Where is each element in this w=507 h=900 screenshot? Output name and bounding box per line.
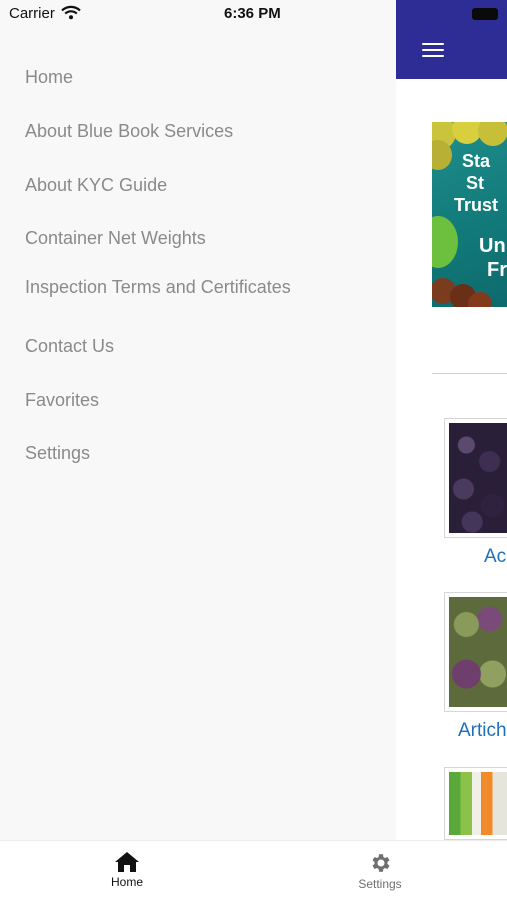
banner-text: Sta St Trust bbox=[454, 151, 499, 215]
drawer-item-favorites[interactable]: Favorites bbox=[25, 390, 99, 411]
tab-settings-label: Settings bbox=[358, 877, 402, 891]
battery-icon bbox=[472, 8, 498, 20]
product-card-acai[interactable]: Ac bbox=[444, 418, 507, 568]
drawer-item-contact-us[interactable]: Contact Us bbox=[25, 336, 114, 357]
hamburger-menu-icon[interactable] bbox=[422, 43, 444, 59]
home-icon bbox=[115, 852, 139, 872]
promo-banner[interactable]: Sta St Trust Un Fr bbox=[432, 122, 507, 307]
tab-home-label: Home bbox=[110, 875, 143, 889]
product-image bbox=[444, 418, 507, 538]
drawer-item-about-kyc-guide[interactable]: About KYC Guide bbox=[25, 175, 167, 196]
drawer-item-inspection-terms[interactable]: Inspection Terms and Certificates bbox=[25, 277, 291, 298]
tab-bar: Home Settings bbox=[0, 840, 507, 900]
drawer-item-home[interactable]: Home bbox=[25, 67, 73, 88]
drawer-item-about-blue-book-services[interactable]: About Blue Book Services bbox=[25, 121, 233, 142]
product-image bbox=[444, 592, 507, 712]
drawer-item-container-net-weights[interactable]: Container Net Weights bbox=[25, 228, 206, 249]
product-card-artichoke[interactable]: Artich bbox=[444, 592, 507, 742]
gear-icon bbox=[372, 854, 390, 872]
product-card-vegetables[interactable] bbox=[444, 767, 507, 840]
wifi-icon bbox=[61, 5, 81, 20]
tab-home[interactable]: Home bbox=[67, 841, 187, 900]
product-label[interactable]: Ac bbox=[444, 546, 507, 568]
status-carrier: Carrier bbox=[9, 5, 55, 22]
banner-text-2: Un Fr bbox=[479, 235, 507, 281]
content-divider bbox=[432, 373, 507, 374]
tab-settings[interactable]: Settings bbox=[320, 841, 440, 900]
drawer-item-settings[interactable]: Settings bbox=[25, 443, 90, 464]
product-label[interactable]: Artich bbox=[444, 720, 507, 742]
product-image bbox=[444, 767, 507, 840]
status-time: 6:36 PM bbox=[224, 5, 281, 22]
